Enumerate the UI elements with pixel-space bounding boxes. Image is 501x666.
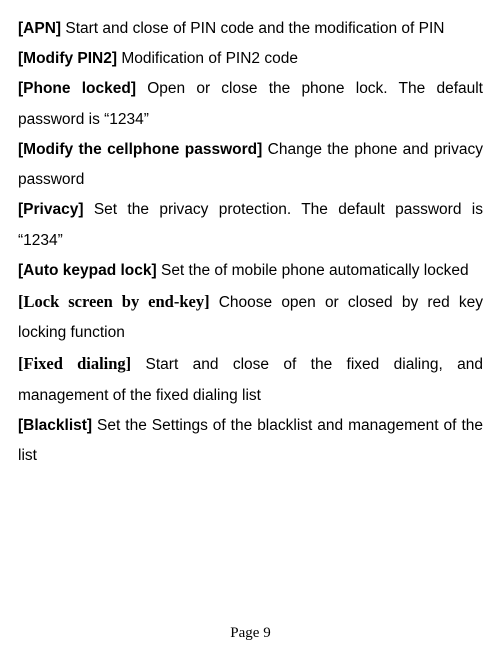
entry-label: [Phone locked] — [18, 80, 136, 97]
entry-paragraph: [Privacy] Set the privacy protection. Th… — [18, 195, 483, 255]
page-footer: Page 9 — [0, 619, 501, 648]
entry-label: [Modify PIN2] — [18, 50, 117, 67]
entry-paragraph: [Modify the cellphone password] Change t… — [18, 135, 483, 195]
entry-description: Set the of mobile phone automatically lo… — [157, 262, 469, 279]
entry-label: [APN] — [18, 20, 61, 37]
entry-label: [Blacklist] — [18, 417, 92, 434]
entry-paragraph: [Auto keypad lock] Set the of mobile pho… — [18, 256, 483, 286]
entry-paragraph: [Modify PIN2] Modification of PIN2 code — [18, 44, 483, 74]
entry-label: [Lock screen by end-key] — [18, 292, 210, 311]
entry-paragraph: [Blacklist] Set the Settings of the blac… — [18, 411, 483, 471]
entry-label: [Fixed dialing] — [18, 354, 131, 373]
entry-label: [Privacy] — [18, 201, 83, 218]
entry-label: [Auto keypad lock] — [18, 262, 157, 279]
entry-paragraph: [Lock screen by end-key] Choose open or … — [18, 286, 483, 348]
entry-description: Start and close of PIN code and the modi… — [61, 20, 444, 37]
entry-description: Modification of PIN2 code — [117, 50, 298, 67]
entry-paragraph: [APN] Start and close of PIN code and th… — [18, 14, 483, 44]
entry-paragraph: [Phone locked] Open or close the phone l… — [18, 74, 483, 134]
entry-paragraph: [Fixed dialing] Start and close of the f… — [18, 348, 483, 410]
entry-label: [Modify the cellphone password] — [18, 141, 262, 158]
document-body: [APN] Start and close of PIN code and th… — [18, 14, 483, 471]
entry-description: Set the privacy protection. The default … — [18, 201, 483, 248]
